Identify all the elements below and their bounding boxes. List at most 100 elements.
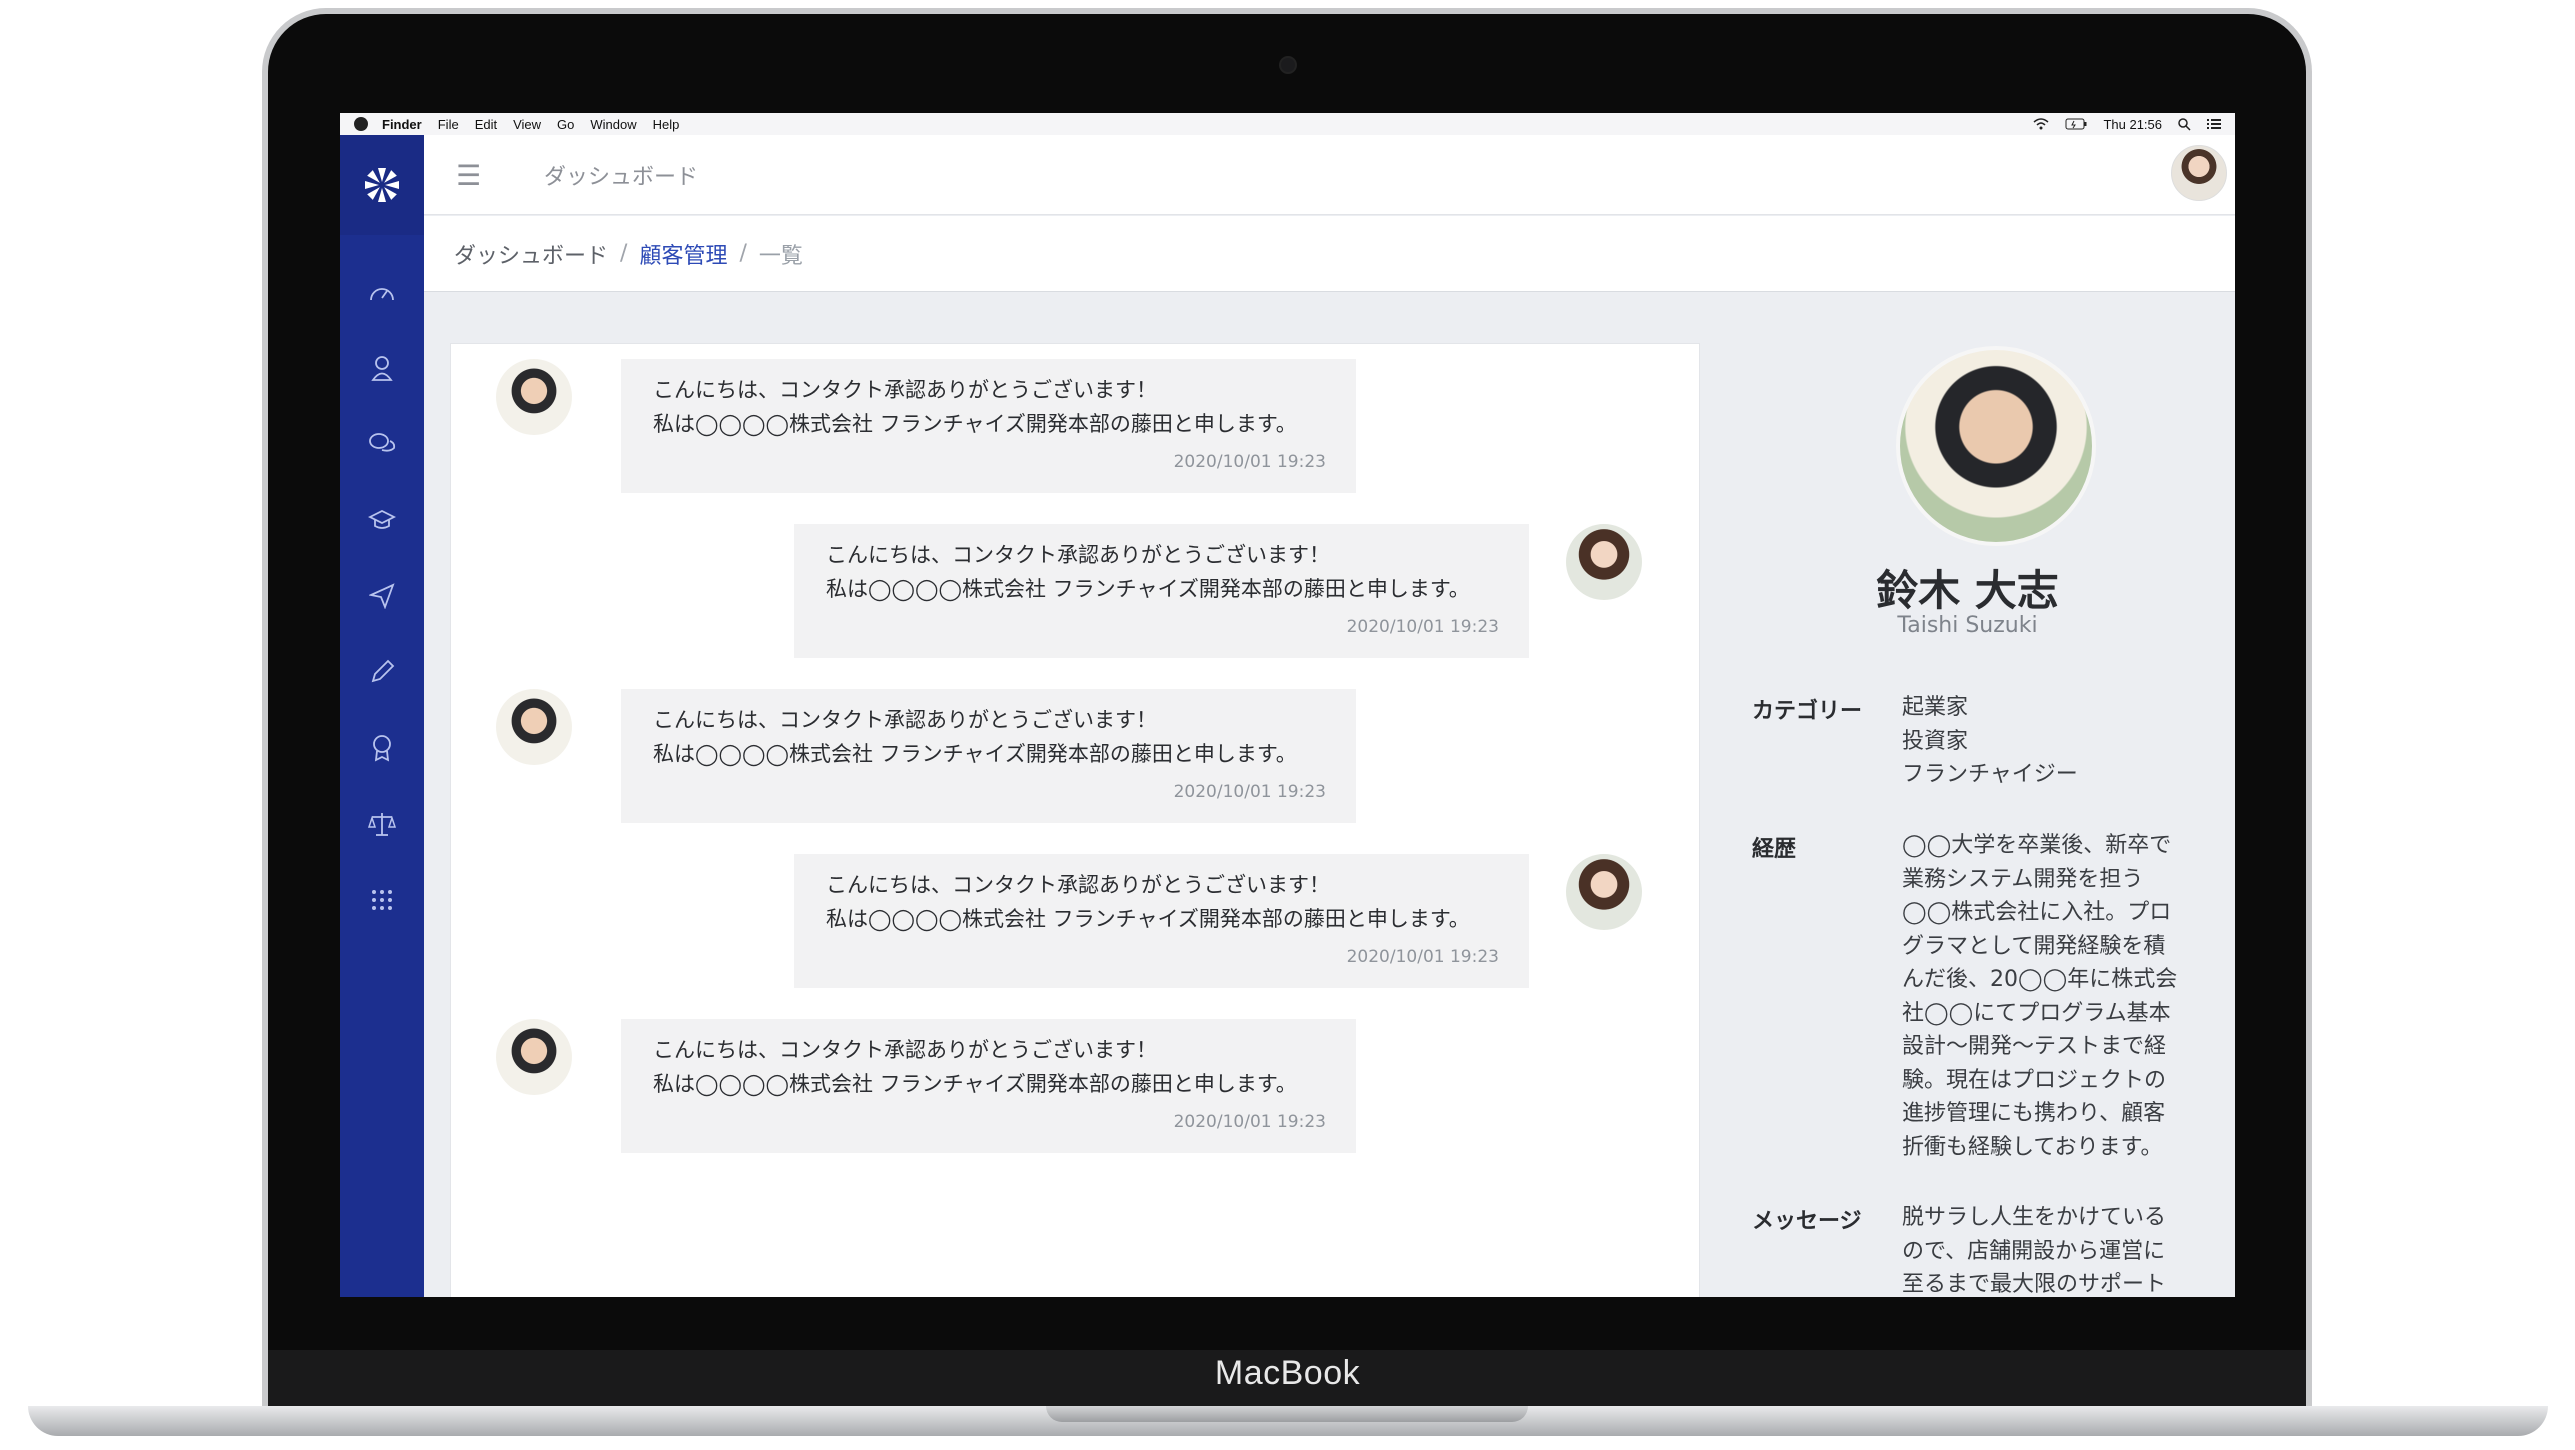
customer-profile: 鈴木 大志 Taishi Suzuki カテゴリー 起業家 投資家 フランチャイ… — [1700, 293, 2235, 1297]
category-item: 投資家 — [1902, 728, 1969, 754]
message-line: 私は◯◯◯◯株式会社 フランチャイズ開発本部の藤田と申します。 — [826, 907, 1470, 931]
grid-icon — [372, 890, 392, 910]
camera — [1281, 58, 1295, 72]
screen: Finder File Edit View Go Window Help Thu… — [340, 113, 2235, 1297]
sender-avatar[interactable] — [496, 689, 572, 765]
menubar-status: Thu 21:56 — [2033, 117, 2221, 132]
breadcrumb-current: 一覧 — [758, 243, 803, 269]
breadcrumb-separator: / — [620, 241, 628, 266]
message-bubble: こんにちは、コンタクト承認ありがとうございます！ 私は◯◯◯◯株式会社 フランチ… — [621, 1019, 1356, 1153]
pencil-icon — [371, 659, 395, 683]
career-line: 験。現在はプロジェクトの — [1902, 1067, 2167, 1093]
send-icon — [369, 583, 395, 609]
message-line: 私は◯◯◯◯株式会社 フランチャイズ開発本部の藤田と申します。 — [653, 1072, 1297, 1096]
message-line: こんにちは、コンタクト承認ありがとうございます！ — [653, 1038, 1157, 1062]
career-line: ◯◯大学を卒業後、新卒で — [1902, 833, 2172, 858]
breadcrumb-section[interactable]: 顧客管理 — [639, 238, 727, 270]
own-avatar[interactable] — [1566, 524, 1642, 600]
header-title: ダッシュボード — [544, 165, 699, 190]
menu-help[interactable]: Help — [653, 117, 680, 132]
chat-icon — [369, 433, 396, 452]
message-line: 私は◯◯◯◯株式会社 フランチャイズ開発本部の藤田と申します。 — [653, 742, 1297, 766]
message-label: メッセージ — [1752, 1209, 1862, 1234]
career-line: 折衝も経験しております。 — [1902, 1134, 2163, 1160]
logo-icon — [365, 168, 399, 202]
user-icon — [371, 356, 393, 381]
message-timestamp: 2020/10/01 19:23 — [1173, 452, 1326, 472]
nav-apps[interactable] — [340, 875, 424, 925]
nav-send[interactable] — [340, 571, 424, 621]
app-logo[interactable] — [340, 135, 424, 235]
profile-photo — [1896, 346, 2096, 546]
nav-dashboard[interactable] — [340, 268, 424, 318]
message-timestamp: 2020/10/01 19:23 — [1346, 617, 1499, 637]
notification-center-icon[interactable] — [2207, 118, 2221, 130]
menu-view[interactable]: View — [513, 117, 541, 132]
message-bubble: こんにちは、コンタクト承認ありがとうございます！ 私は◯◯◯◯株式会社 フランチ… — [621, 359, 1356, 493]
message-bubble: こんにちは、コンタクト承認ありがとうございます！ 私は◯◯◯◯株式会社 フランチ… — [794, 854, 1529, 988]
menu-edit[interactable]: Edit — [475, 117, 497, 132]
menubar: Finder File Edit View Go Window Help Thu… — [340, 113, 2235, 135]
nav-edit[interactable] — [340, 647, 424, 697]
message-line: 私は◯◯◯◯株式会社 フランチャイズ開発本部の藤田と申します。 — [653, 412, 1297, 436]
menu-go[interactable]: Go — [557, 117, 574, 132]
wifi-icon[interactable] — [2033, 118, 2049, 130]
nav-education[interactable] — [340, 495, 424, 545]
message-line: こんにちは、コンタクト承認ありがとうございます！ — [826, 543, 1330, 567]
message-text-line: ので、店舗開設から運営に — [1902, 1238, 2166, 1264]
top-header: ☰ ダッシュボード — [424, 135, 2235, 215]
breadcrumb-separator: / — [739, 241, 747, 266]
career-line: 業務システム開発を担う — [1902, 866, 2144, 892]
message-line: 私は◯◯◯◯株式会社 フランチャイズ開発本部の藤田と申します。 — [826, 577, 1470, 601]
career-line: 社◯◯にてプログラム基本 — [1902, 1000, 2171, 1026]
message-timestamp: 2020/10/01 19:23 — [1173, 1112, 1326, 1132]
message-bubble: こんにちは、コンタクト承認ありがとうございます！ 私は◯◯◯◯株式会社 フランチ… — [621, 689, 1356, 823]
menubar-clock[interactable]: Thu 21:56 — [2103, 117, 2162, 132]
award-icon — [373, 735, 391, 762]
nav-legal[interactable] — [340, 799, 424, 849]
message-bubble: こんにちは、コンタクト承認ありがとうございます！ 私は◯◯◯◯株式会社 フランチ… — [794, 524, 1529, 658]
apple-icon[interactable] — [354, 117, 368, 131]
sender-avatar[interactable] — [496, 1019, 572, 1095]
battery-icon[interactable] — [2065, 118, 2087, 130]
career-line: グラマとして開発経験を積 — [1902, 933, 2166, 959]
menu-window[interactable]: Window — [590, 117, 636, 132]
category-item: 起業家 — [1902, 695, 1969, 720]
scale-icon — [368, 813, 396, 836]
career-label: 経歴 — [1752, 837, 1797, 862]
career-line: 進捗管理にも携わり、顧客 — [1902, 1101, 2166, 1126]
device-brand: MacBook — [1214, 1354, 1361, 1392]
nav-award[interactable] — [340, 723, 424, 773]
career-line: ◯◯株式会社に入社。プロ — [1902, 900, 2172, 925]
message-text: 脱サラし人生をかけている ので、店舗開設から運営に 至るまで最大限のサポート — [1902, 1201, 2192, 1297]
career-line: 設計〜開発〜テストまで経 — [1902, 1034, 2167, 1059]
hamburger-menu-icon[interactable]: ☰ — [456, 159, 481, 192]
chat-thread: こんにちは、コンタクト承認ありがとうございます！ 私は◯◯◯◯株式会社 フランチ… — [450, 343, 1700, 1297]
profile-name: 鈴木 大志 — [1876, 566, 2059, 615]
career-text: ◯◯大学を卒業後、新卒で 業務システム開発を担う ◯◯株式会社に入社。プロ グラ… — [1902, 829, 2192, 1164]
breadcrumb: ダッシュボード / 顧客管理 / 一覧 — [424, 216, 2235, 292]
dashboard-icon — [370, 288, 394, 301]
breadcrumb-home[interactable]: ダッシュボード — [454, 238, 608, 270]
menu-app-name[interactable]: Finder — [382, 117, 422, 132]
menu-file[interactable]: File — [438, 117, 459, 132]
sidebar — [340, 135, 424, 1297]
message-text-line: 至るまで最大限のサポート — [1902, 1272, 2167, 1297]
category-item: フランチャイジー — [1902, 762, 2078, 787]
category-list: 起業家 投資家 フランチャイジー — [1902, 691, 2192, 792]
current-user-avatar[interactable] — [2171, 145, 2227, 201]
sender-avatar[interactable] — [496, 359, 572, 435]
message-text-line: 脱サラし人生をかけている — [1902, 1205, 2167, 1230]
message-timestamp: 2020/10/01 19:23 — [1173, 782, 1326, 802]
own-avatar[interactable] — [1566, 854, 1642, 930]
nav-messages[interactable] — [340, 419, 424, 469]
message-line: こんにちは、コンタクト承認ありがとうございます！ — [653, 378, 1157, 402]
category-label: カテゴリー — [1752, 699, 1863, 724]
nav-customers[interactable] — [340, 343, 424, 393]
message-line: こんにちは、コンタクト承認ありがとうございます！ — [826, 873, 1330, 897]
graduation-cap-icon — [368, 509, 396, 529]
career-line: んだ後、20◯◯年に株式会 — [1902, 967, 2178, 992]
laptop-notch — [1046, 1406, 1528, 1422]
spotlight-icon[interactable] — [2178, 117, 2191, 131]
message-timestamp: 2020/10/01 19:23 — [1346, 947, 1499, 967]
